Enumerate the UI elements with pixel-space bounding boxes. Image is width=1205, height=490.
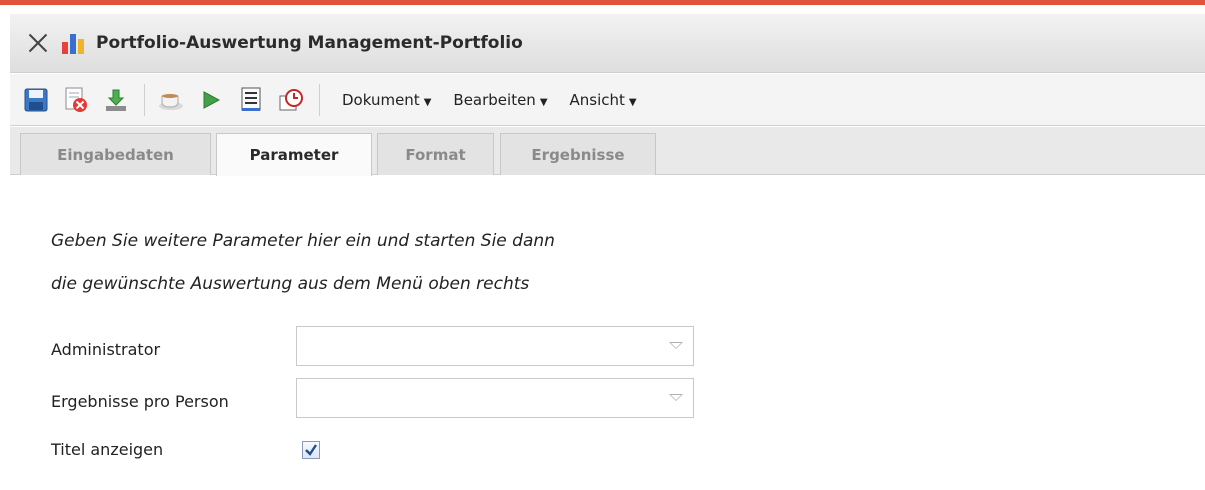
show-title-label: Titel anzeigen bbox=[51, 440, 164, 459]
dropdown-arrow-icon[interactable] bbox=[669, 394, 683, 401]
administrator-label: Administrator bbox=[51, 340, 161, 359]
play-arrow-icon[interactable] bbox=[197, 86, 225, 114]
bar-chart-icon bbox=[62, 32, 86, 54]
intro-text-line2: die gewünschte Auswertung aus dem Menü o… bbox=[51, 274, 530, 294]
download-icon[interactable] bbox=[102, 86, 130, 114]
toolbar-separator bbox=[319, 83, 320, 116]
tab-label: Format bbox=[405, 145, 466, 164]
close-icon[interactable] bbox=[26, 31, 50, 55]
caret-down-icon: ▼ bbox=[628, 96, 637, 108]
tab-parameter[interactable]: Parameter bbox=[216, 133, 372, 176]
window-title: Portfolio-Auswertung Management-Portfoli… bbox=[96, 33, 523, 53]
tab-ergebnisse[interactable]: Ergebnisse bbox=[500, 133, 656, 175]
menu-label: Dokument bbox=[342, 90, 420, 109]
menu-bearbeiten[interactable]: Bearbeiten ▼ bbox=[453, 91, 547, 109]
tab-label: Ergebnisse bbox=[531, 145, 625, 164]
toolbar-separator bbox=[144, 83, 145, 116]
administrator-select[interactable] bbox=[296, 326, 694, 366]
intro-text-line1: Geben Sie weitere Parameter hier ein und… bbox=[51, 231, 555, 251]
checkmark-icon bbox=[305, 444, 317, 456]
dropdown-arrow-icon[interactable] bbox=[669, 342, 683, 349]
tab-eingabedaten[interactable]: Eingabedaten bbox=[20, 133, 211, 175]
list-document-icon[interactable] bbox=[237, 86, 265, 114]
caret-down-icon: ▼ bbox=[539, 96, 548, 108]
delete-document-icon[interactable] bbox=[62, 86, 90, 114]
save-icon[interactable] bbox=[22, 86, 50, 114]
tab-bar: Eingabedaten Parameter Format Ergebnisse bbox=[10, 127, 1205, 176]
schedule-icon[interactable] bbox=[277, 86, 305, 114]
window-titlebar: Portfolio-Auswertung Management-Portfoli… bbox=[10, 14, 1205, 73]
coffee-cup-icon[interactable] bbox=[157, 86, 185, 114]
menu-label: Ansicht bbox=[569, 90, 625, 109]
menu-dokument[interactable]: Dokument ▼ bbox=[342, 91, 431, 109]
tab-label: Eingabedaten bbox=[57, 145, 174, 164]
results-per-person-label: Ergebnisse pro Person bbox=[51, 392, 229, 411]
window-accent-line bbox=[0, 0, 1205, 5]
toolbar: Dokument ▼ Bearbeiten ▼ Ansicht ▼ bbox=[10, 74, 1205, 126]
parameter-panel: Geben Sie weitere Parameter hier ein und… bbox=[10, 176, 1205, 490]
menu-label: Bearbeiten bbox=[453, 90, 536, 109]
tab-format[interactable]: Format bbox=[377, 133, 494, 175]
show-title-checkbox[interactable] bbox=[302, 441, 320, 459]
results-per-person-select[interactable] bbox=[296, 378, 694, 418]
menu-ansicht[interactable]: Ansicht ▼ bbox=[570, 91, 637, 109]
caret-down-icon: ▼ bbox=[423, 96, 432, 108]
tab-label: Parameter bbox=[249, 146, 339, 164]
